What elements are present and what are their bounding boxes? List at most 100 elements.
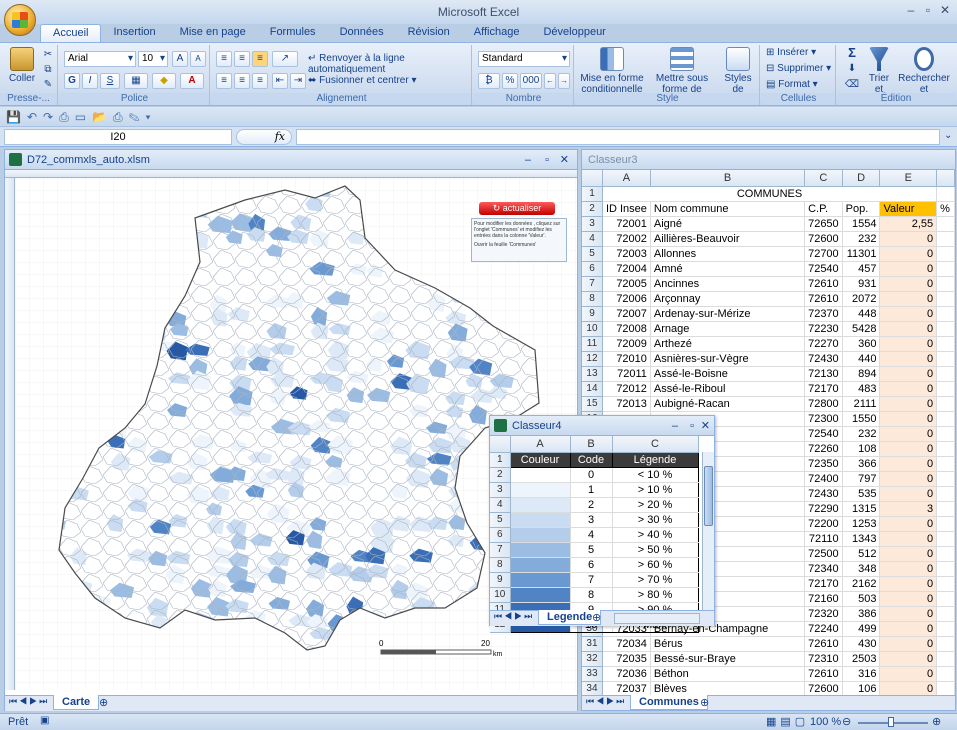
cell-cp[interactable]: 72170 (804, 381, 843, 397)
cell-valeur[interactable]: 0 (879, 606, 938, 622)
row-header[interactable]: 32 (582, 651, 603, 667)
cell-percent[interactable] (936, 291, 955, 307)
cell-valeur[interactable]: 0 (879, 546, 938, 562)
format-button[interactable]: ▤ Format ▾ (766, 79, 834, 90)
shrink-font-button[interactable]: A (190, 51, 206, 67)
percent-button[interactable]: % (502, 73, 518, 89)
grow-font-button[interactable]: A (172, 51, 188, 67)
cell-pop[interactable]: 1253 (842, 516, 881, 532)
zoom-out-icon[interactable]: ⊖ (842, 715, 851, 728)
legend-code[interactable]: 3 (570, 512, 613, 528)
cell-cp[interactable]: 72310 (804, 651, 843, 667)
cell-id-insee[interactable]: 72004 (602, 261, 651, 277)
col-header-a[interactable]: A (602, 170, 651, 187)
cell-valeur[interactable]: 0 (879, 651, 938, 667)
borders-button[interactable]: ▦ (124, 73, 148, 89)
cell-percent[interactable] (936, 681, 955, 697)
increase-decimal-icon[interactable]: ← (544, 73, 556, 89)
restore-icon[interactable]: ▫ (545, 150, 549, 170)
cell-pop[interactable]: 366 (842, 456, 881, 472)
legend-color-swatch[interactable] (509, 482, 571, 498)
row-header[interactable]: 31 (582, 636, 603, 652)
legend-color-swatch[interactable] (509, 497, 571, 513)
row-header[interactable]: 33 (582, 666, 603, 682)
cell-pop[interactable]: 106 (842, 681, 881, 697)
legend-label[interactable]: < 10 % (612, 467, 699, 483)
cell-percent[interactable] (936, 606, 955, 622)
cell-cp[interactable]: 72350 (804, 456, 843, 472)
cell-valeur[interactable]: 0 (879, 441, 938, 457)
cell-pop[interactable]: 797 (842, 471, 881, 487)
cell-cp[interactable]: 72430 (804, 351, 843, 367)
cell-pop[interactable]: 2503 (842, 651, 881, 667)
cell-pop[interactable]: 348 (842, 561, 881, 577)
cell-valeur[interactable]: 0 (879, 321, 938, 337)
cell-valeur[interactable]: 0 (879, 486, 938, 502)
sheet-tab-communes[interactable]: Communes (630, 695, 708, 710)
align-right-icon[interactable]: ≡ (252, 73, 268, 89)
cell-nom-commune[interactable]: Aigné (650, 216, 806, 232)
cell-id-insee[interactable]: 72006 (602, 291, 651, 307)
legend-label[interactable]: > 30 % (612, 512, 699, 528)
sheet-nav-icons[interactable]: ⏮◀▶⏭ (494, 611, 534, 622)
cell-percent[interactable] (936, 516, 955, 532)
cell-percent[interactable] (936, 276, 955, 292)
view-buttons[interactable]: ▦▤▢ (766, 715, 809, 728)
legend-label[interactable]: > 70 % (612, 572, 699, 588)
cell-pop[interactable]: 1550 (842, 411, 881, 427)
scroll-thumb[interactable] (704, 466, 713, 526)
cell-pop[interactable]: 931 (842, 276, 881, 292)
row-header[interactable]: 9 (582, 306, 603, 322)
cell-cp[interactable]: 72540 (804, 426, 843, 442)
row-header[interactable]: 2 (490, 467, 511, 483)
copy-icon[interactable]: ⧉ (42, 64, 54, 75)
cell-id-insee[interactable]: 72005 (602, 276, 651, 292)
cell-nom-commune[interactable]: Aubigné-Racan (650, 396, 806, 412)
legend-label[interactable]: > 50 % (612, 542, 699, 558)
legend-color-swatch[interactable] (509, 542, 571, 558)
cell-id-insee[interactable]: 72009 (602, 336, 651, 352)
cell-pop[interactable]: 503 (842, 591, 881, 607)
field-percent[interactable]: % (936, 201, 955, 217)
cell-cp[interactable]: 72600 (804, 231, 843, 247)
row-header[interactable]: 5 (490, 512, 511, 528)
row-header[interactable]: 3 (490, 482, 511, 498)
font-name-combo[interactable]: Arial (64, 51, 136, 67)
cell-id-insee[interactable]: 72035 (602, 651, 651, 667)
decrease-decimal-icon[interactable]: → (558, 73, 570, 89)
cell-percent[interactable] (936, 216, 955, 232)
communes-heading[interactable]: COMMUNES (602, 186, 938, 202)
align-left-icon[interactable]: ≡ (216, 73, 232, 89)
cell-id-insee[interactable]: 72011 (602, 366, 651, 382)
cell-valeur[interactable]: 0 (879, 351, 938, 367)
cell-valeur[interactable]: 0 (879, 531, 938, 547)
close-icon[interactable]: ✕ (701, 416, 710, 436)
cell-cp[interactable]: 72430 (804, 486, 843, 502)
align-center-icon[interactable]: ≡ (234, 73, 250, 89)
cell-cp[interactable]: 72500 (804, 546, 843, 562)
cell-valeur[interactable]: 0 (879, 591, 938, 607)
italic-button[interactable]: I (82, 73, 98, 89)
formula-input[interactable] (296, 129, 940, 145)
save-icon[interactable]: 💾 (6, 110, 27, 124)
row-header[interactable]: 2 (582, 201, 603, 217)
cell-cp[interactable]: 72400 (804, 471, 843, 487)
row-header[interactable]: 1 (582, 186, 603, 202)
refresh-button[interactable]: ↻ actualiser (479, 202, 555, 215)
col-header-a[interactable]: A (510, 436, 571, 453)
sheet-nav-icons[interactable]: ⏮◀▶⏭ (586, 696, 626, 707)
minimize-icon[interactable]: – (672, 416, 678, 436)
cell-id-insee[interactable]: 72012 (602, 381, 651, 397)
cell-pop[interactable]: 1554 (842, 216, 881, 232)
cell-percent[interactable] (936, 651, 955, 667)
cell-cp[interactable]: 72610 (804, 276, 843, 292)
cell-percent[interactable] (936, 261, 955, 277)
bold-button[interactable]: G (64, 73, 80, 89)
cell-cp[interactable]: 72320 (804, 606, 843, 622)
insert-button[interactable]: ⊞ Insérer ▾ (766, 47, 834, 58)
wrap-text-button[interactable]: ↵ Renvoyer à la ligne automatiquement (308, 53, 470, 75)
name-box[interactable]: I20 (4, 129, 232, 145)
cell-percent[interactable] (936, 246, 955, 262)
tab-mise-en-page[interactable]: Mise en page (168, 24, 258, 42)
cell-percent[interactable] (936, 396, 955, 412)
